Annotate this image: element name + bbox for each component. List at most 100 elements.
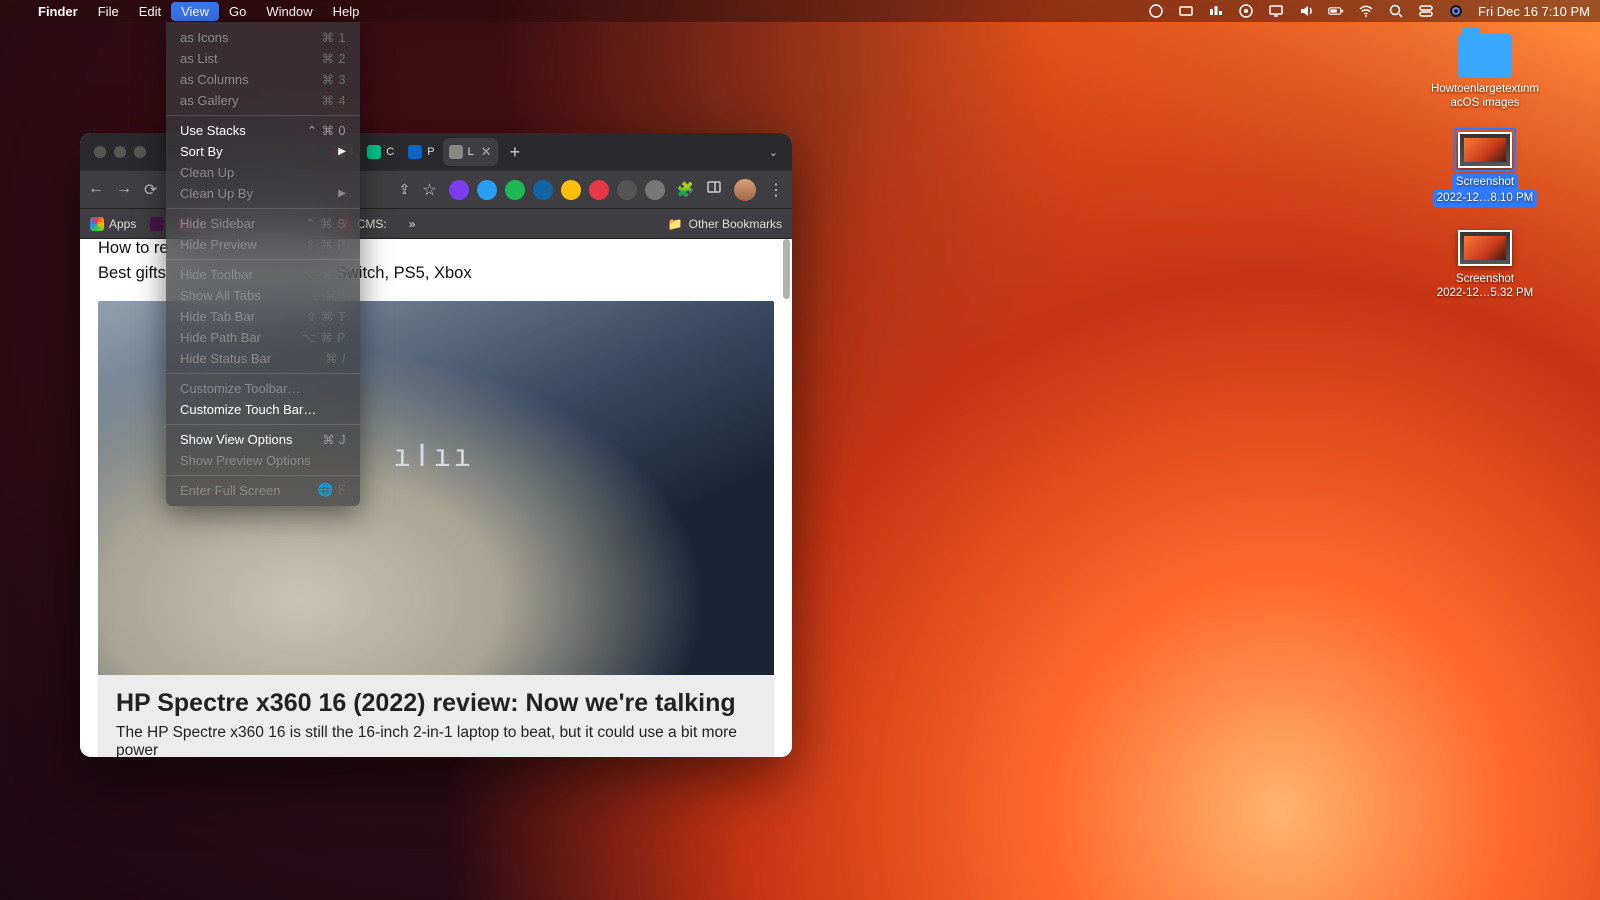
spotlight-icon[interactable] [1388, 3, 1404, 19]
favicon [367, 145, 381, 159]
browser-tab[interactable]: P [402, 138, 440, 166]
bookmark-star-icon[interactable]: ☆ [422, 180, 436, 200]
back-button[interactable]: ← [88, 180, 104, 200]
forward-button[interactable]: → [116, 180, 132, 200]
desktop-folder[interactable]: HowtoenlargetextinmacOS images [1430, 34, 1540, 111]
shortcut-label: ⌃ ⌘ S [305, 216, 346, 231]
extension-icon[interactable] [561, 180, 581, 200]
menu-item: Show All Tabs⇧ ⌘ \ [166, 285, 360, 306]
close-tab-icon[interactable]: ✕ [481, 144, 492, 160]
chrome-menu-icon[interactable]: ⋮ [768, 180, 784, 200]
scrollbar-thumb[interactable] [783, 239, 790, 299]
menu-item[interactable]: Use Stacks⌃ ⌘ 0 [166, 120, 360, 141]
new-tab-button[interactable]: + [502, 142, 529, 163]
display-icon[interactable] [1268, 3, 1284, 19]
shortcut-label: ⌘ 3 [322, 72, 346, 87]
menu-item: Hide Toolbar⌥ ⌘ T [166, 264, 360, 285]
tab-label: P [427, 146, 434, 158]
menu-item: Show Preview Options [166, 450, 360, 471]
shortcut-label: ⌘ / [325, 351, 346, 366]
hero-title: HP Spectre x360 16 (2022) review: Now we… [116, 689, 756, 718]
menu-item[interactable]: Sort By▶ [166, 141, 360, 162]
shortcut-label: ⌥ ⌘ T [302, 267, 346, 282]
shortcut-label: ⌃ ⌘ 0 [307, 123, 346, 138]
menu-window[interactable]: Window [256, 2, 322, 21]
extension-icon[interactable] [617, 180, 637, 200]
profile-avatar[interactable] [734, 179, 756, 201]
folder-icon: 📁 [668, 217, 683, 231]
hp-logo: ıǀıı [393, 439, 473, 474]
shortcut-label: ⇧ ⌘ \ [310, 288, 346, 303]
shortcut-label: 🌐 F [318, 483, 346, 498]
menu-bar: Finder File Edit View Go Window Help Fri… [0, 0, 1600, 22]
menu-go[interactable]: Go [219, 2, 256, 21]
shortcut-label: ⌘ 1 [322, 30, 346, 45]
control-center-icon[interactable] [1418, 3, 1434, 19]
chevron-right-icon: ▶ [338, 188, 346, 199]
extension-icon[interactable] [505, 180, 525, 200]
status-icon[interactable] [1238, 3, 1254, 19]
shortcut-label: ⌘ 2 [322, 51, 346, 66]
extension-icon[interactable] [645, 180, 665, 200]
favicon [449, 145, 463, 159]
menu-item: Hide Path Bar⌥ ⌘ P [166, 327, 360, 348]
menu-item: as Columns⌘ 3 [166, 69, 360, 90]
shortcut-label: ⇧ ⌘ T [306, 309, 346, 324]
menu-item: Clean Up By▶ [166, 183, 360, 204]
menu-item: Hide Tab Bar⇧ ⌘ T [166, 306, 360, 327]
other-bookmarks[interactable]: 📁 Other Bookmarks [668, 217, 782, 231]
browser-tab[interactable]: L✕ [443, 138, 498, 166]
shortcut-label: ⌘ J [322, 432, 346, 447]
image-thumbnail [1458, 230, 1512, 266]
window-controls[interactable] [94, 146, 146, 158]
reload-button[interactable]: ⟳ [144, 180, 157, 200]
status-icon[interactable] [1208, 3, 1224, 19]
menu-item: as List⌘ 2 [166, 48, 360, 69]
menu-view[interactable]: View [171, 2, 219, 21]
status-icon[interactable] [1178, 3, 1194, 19]
desktop-screenshot[interactable]: Screenshot 2022-12…5.32 PM [1430, 230, 1540, 301]
bookmark-item[interactable] [150, 217, 164, 231]
wifi-icon[interactable] [1358, 3, 1374, 19]
extension-icon[interactable] [589, 180, 609, 200]
view-menu-dropdown: as Icons⌘ 1as List⌘ 2as Columns⌘ 3as Gal… [166, 22, 360, 506]
clock[interactable]: Fri Dec 16 7:10 PM [1478, 4, 1590, 19]
extensions-icon[interactable]: 🧩 [677, 181, 694, 198]
menu-item: as Icons⌘ 1 [166, 27, 360, 48]
apps-shortcut[interactable]: Apps [90, 217, 136, 231]
extension-icon[interactable] [477, 180, 497, 200]
chevron-right-icon: ▶ [338, 146, 346, 157]
extension-icon[interactable] [533, 180, 553, 200]
siri-icon[interactable] [1448, 3, 1464, 19]
menu-item[interactable]: Show View Options⌘ J [166, 429, 360, 450]
menu-help[interactable]: Help [323, 2, 370, 21]
tabs-dropdown[interactable]: ⌄ [763, 146, 784, 159]
menu-item: Hide Sidebar⌃ ⌘ S [166, 213, 360, 234]
tab-label: L [468, 146, 474, 158]
menu-item[interactable]: Customize Touch Bar… [166, 399, 360, 420]
menu-extras: Fri Dec 16 7:10 PM [1148, 3, 1590, 19]
desktop-screenshot[interactable]: Screenshot 2022-12…8.10 PM [1430, 132, 1540, 207]
image-thumbnail [1458, 132, 1512, 168]
shortcut-label: ⌥ ⌘ P [301, 330, 346, 345]
shortcut-label: ⌘ 4 [322, 93, 346, 108]
browser-tab[interactable]: C [361, 138, 400, 166]
tab-label: C [386, 146, 394, 158]
battery-icon[interactable] [1328, 3, 1344, 19]
app-menu[interactable]: Finder [28, 2, 88, 21]
menu-item: Clean Up [166, 162, 360, 183]
menu-file[interactable]: File [88, 2, 129, 21]
extension-icon[interactable] [449, 180, 469, 200]
menu-item: Hide Status Bar⌘ / [166, 348, 360, 369]
hero-subtitle: The HP Spectre x360 16 is still the 16-i… [116, 724, 756, 757]
menu-item: Customize Toolbar… [166, 378, 360, 399]
status-icon[interactable] [1148, 3, 1164, 19]
shortcut-label: ⇧ ⌘ P [305, 237, 346, 252]
menu-edit[interactable]: Edit [129, 2, 171, 21]
bookmarks-overflow[interactable]: » [409, 217, 416, 231]
folder-icon [1458, 34, 1512, 78]
share-icon[interactable]: ⇪ [398, 181, 410, 198]
sound-icon[interactable] [1298, 3, 1314, 19]
menu-item: as Gallery⌘ 4 [166, 90, 360, 111]
sidepanel-icon[interactable] [706, 179, 722, 200]
